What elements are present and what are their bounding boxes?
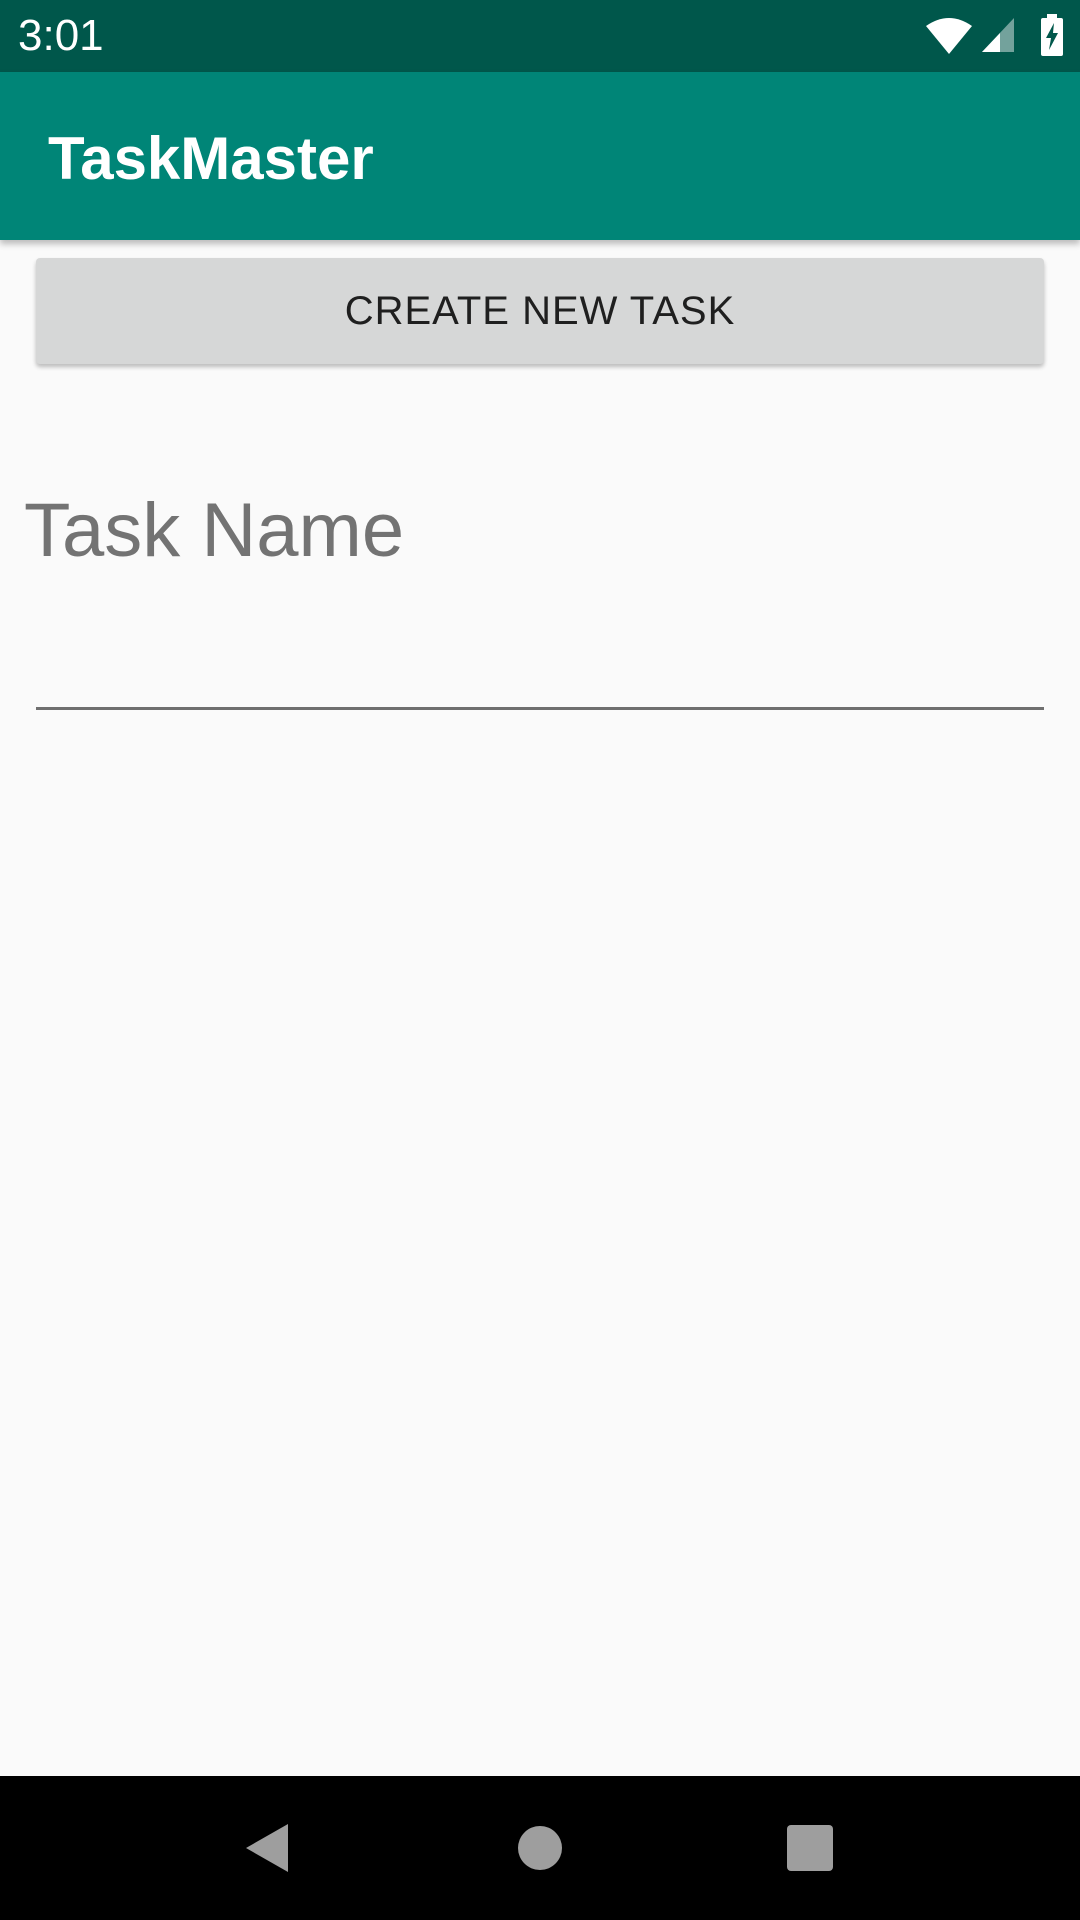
battery-charging-icon <box>1041 14 1063 56</box>
recents-icon <box>787 1825 833 1871</box>
status-bar: 3:01 <box>0 0 1080 72</box>
task-name-input[interactable] <box>36 610 1044 710</box>
recents-button[interactable] <box>740 1776 880 1920</box>
task-name-label: Task Name <box>24 488 405 573</box>
back-icon <box>246 1824 288 1872</box>
status-time: 3:01 <box>18 11 104 60</box>
wifi-icon <box>926 18 972 54</box>
app-bar: TaskMaster <box>0 72 1080 240</box>
home-button[interactable] <box>470 1776 610 1920</box>
home-icon <box>518 1826 562 1870</box>
back-button[interactable] <box>200 1776 340 1920</box>
create-new-task-button[interactable]: CREATE NEW TASK <box>36 258 1044 364</box>
cell-signal-icon <box>982 18 1014 52</box>
navigation-bar <box>0 1776 1080 1920</box>
app-title: TaskMaster <box>48 125 374 192</box>
